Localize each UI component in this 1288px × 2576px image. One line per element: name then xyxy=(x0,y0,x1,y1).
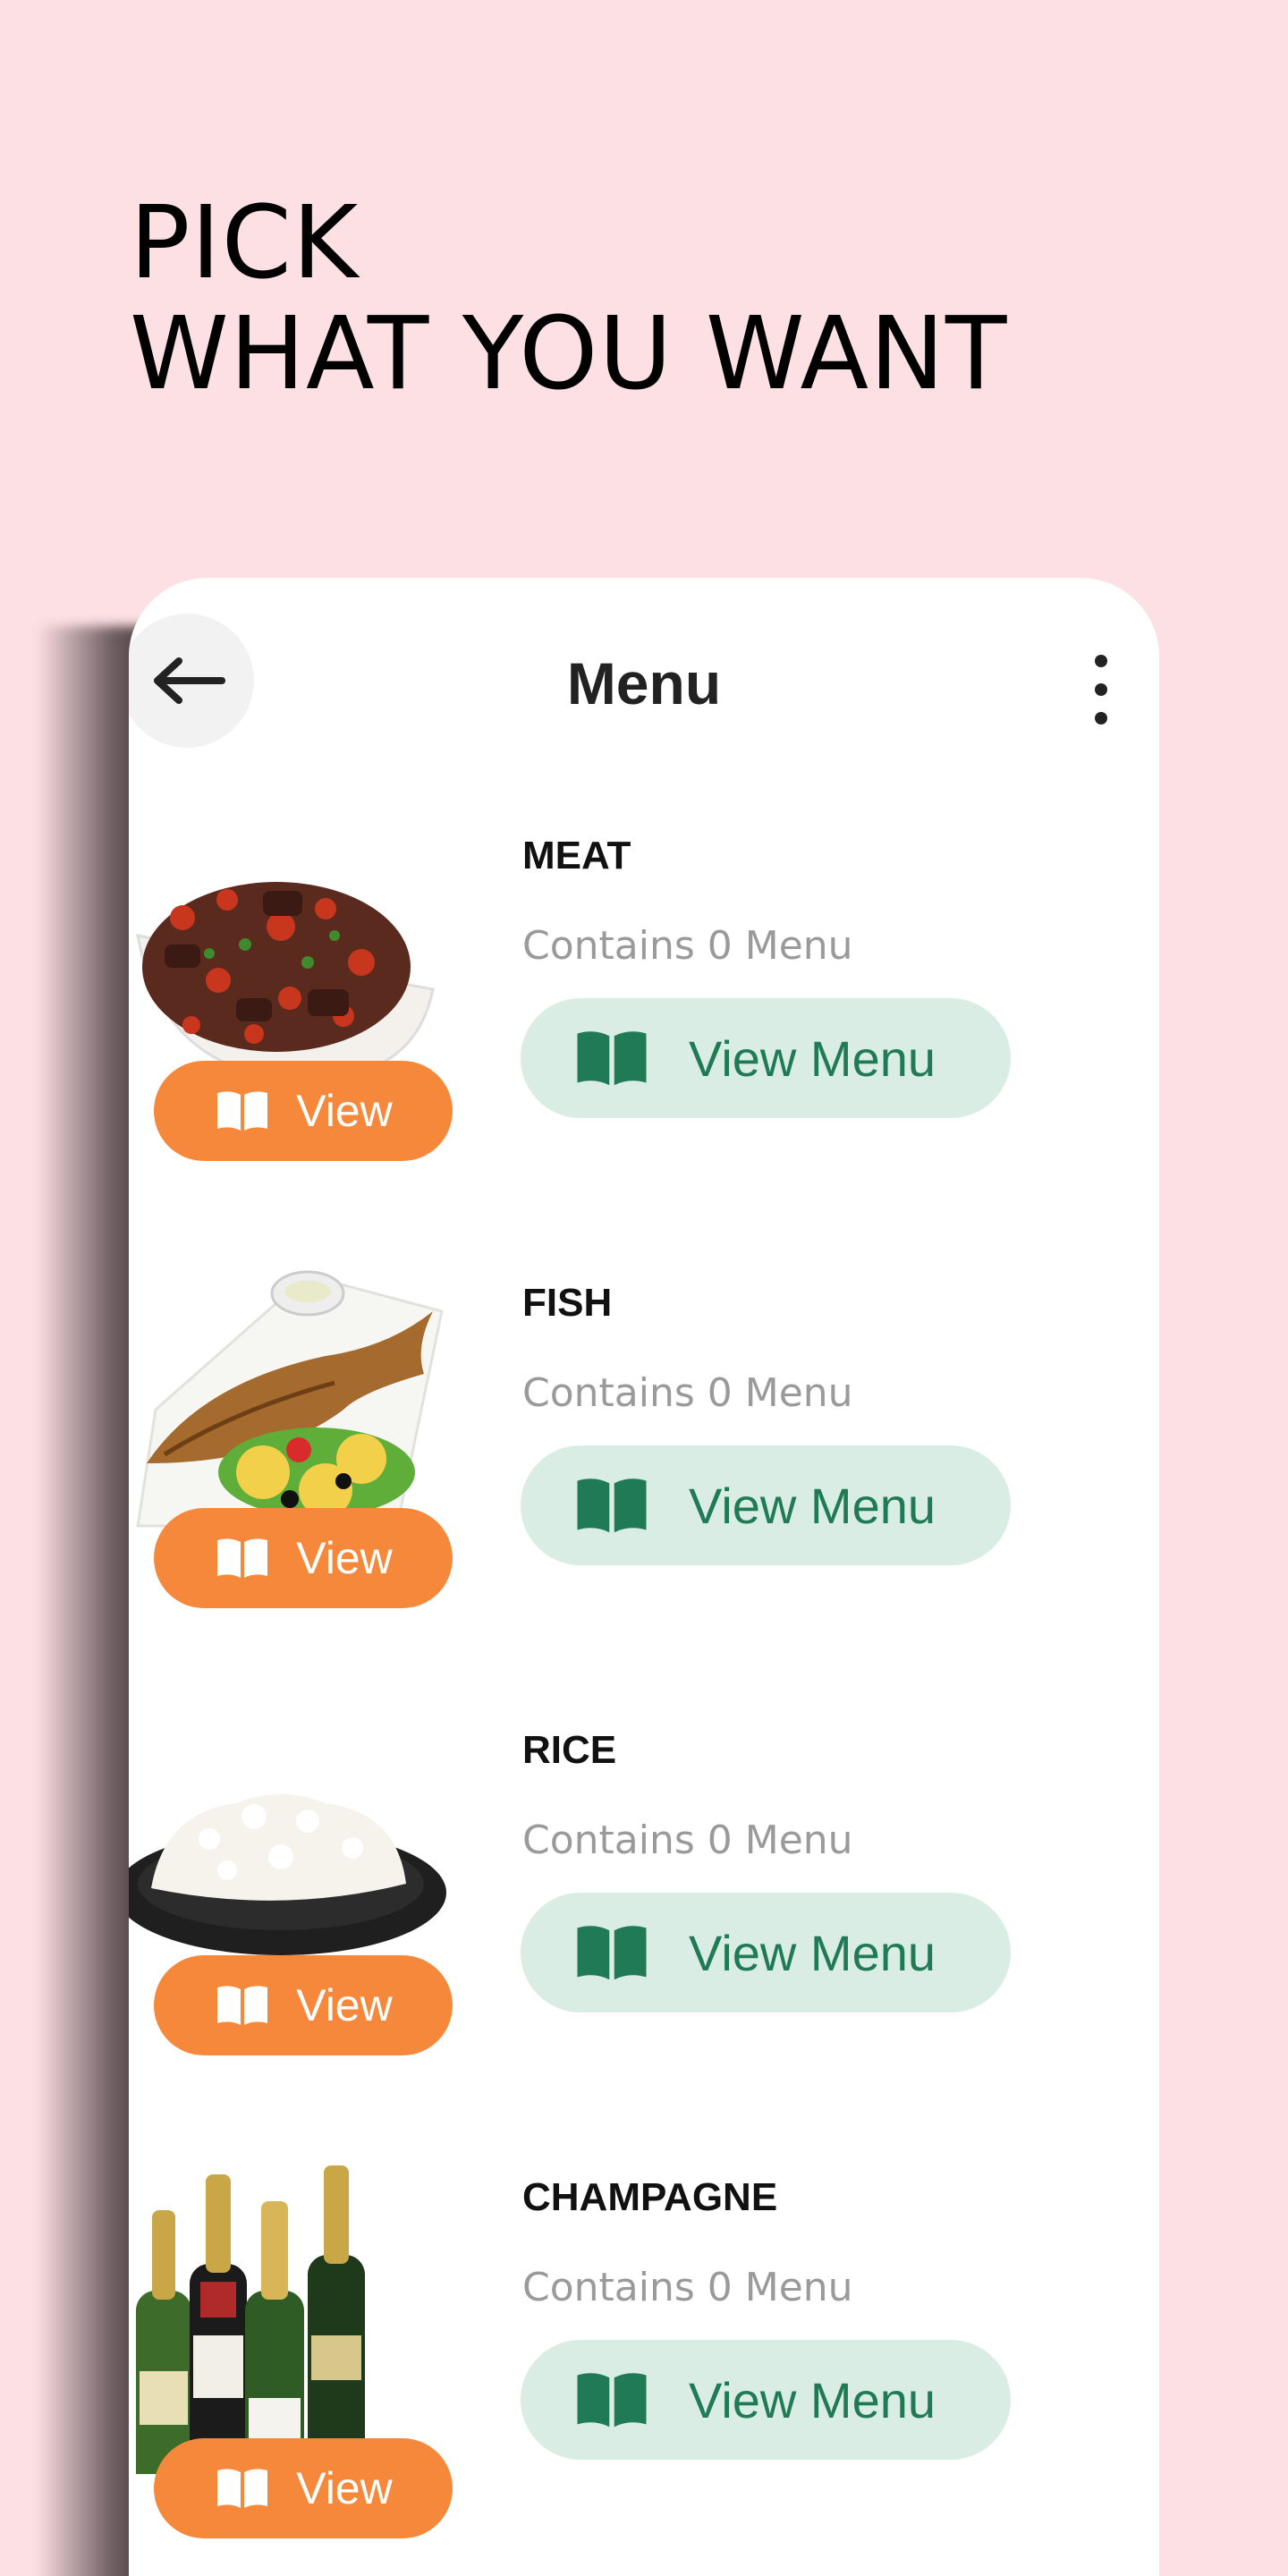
category-count: Contains 0 Menu xyxy=(522,1370,853,1416)
headline-line-2: WHAT YOU WANT xyxy=(130,296,1008,412)
category-count: Contains 0 Menu xyxy=(522,1818,853,1863)
book-icon xyxy=(217,1538,268,1578)
view-label: View xyxy=(296,1533,393,1583)
view-label: View xyxy=(296,1980,393,2030)
book-icon xyxy=(577,1031,647,1086)
view-menu-button[interactable]: View Menu xyxy=(521,998,1011,1118)
app-bar: Menu xyxy=(129,578,1159,748)
book-icon xyxy=(577,1479,647,1533)
view-button[interactable]: View xyxy=(154,1508,453,1608)
category-item-meat: View MEAT Contains 0 Menu View Menu xyxy=(129,801,1159,1249)
category-count: Contains 0 Menu xyxy=(522,923,853,969)
category-title: RICE xyxy=(522,1728,617,1772)
view-button[interactable]: View xyxy=(154,1061,453,1161)
category-title: MEAT xyxy=(522,834,631,877)
promo-headline: PICK WHAT YOU WANT xyxy=(130,188,1007,410)
view-label: View xyxy=(296,2463,393,2513)
view-menu-label: View Menu xyxy=(689,1924,936,1981)
champagne-bottles-image xyxy=(136,2165,365,2474)
phone-screen: Menu View MEAT Contains 0 Menu View Menu… xyxy=(129,578,1159,2576)
more-vertical-icon xyxy=(1095,655,1107,667)
view-menu-button[interactable]: View Menu xyxy=(521,1445,1011,1565)
screen-title: Menu xyxy=(566,650,722,716)
view-menu-label: View Menu xyxy=(689,2371,936,2428)
book-icon xyxy=(217,2469,268,2508)
view-button[interactable]: View xyxy=(154,1955,453,2055)
view-label: View xyxy=(296,1086,393,1136)
view-menu-button[interactable]: View Menu xyxy=(521,1893,1011,2012)
category-count: Contains 0 Menu xyxy=(522,2265,853,2310)
category-item-fish: View FISH Contains 0 Menu View Menu xyxy=(129,1249,1159,1696)
book-icon xyxy=(217,1986,268,2025)
book-icon xyxy=(577,1926,647,1980)
more-options-button[interactable] xyxy=(1079,649,1123,730)
view-menu-label: View Menu xyxy=(689,1477,936,1534)
category-title: CHAMPAGNE xyxy=(522,2175,778,2219)
view-button[interactable]: View xyxy=(154,2438,453,2538)
view-menu-label: View Menu xyxy=(689,1030,936,1087)
category-item-champagne: View CHAMPAGNE Contains 0 Menu View Menu xyxy=(129,2143,1159,2576)
headline-line-1: PICK xyxy=(130,185,360,301)
book-icon xyxy=(217,1091,268,1131)
category-item-rice: View RICE Contains 0 Menu View Menu xyxy=(129,1696,1159,2143)
category-title: FISH xyxy=(522,1281,613,1325)
view-menu-button[interactable]: View Menu xyxy=(521,2340,1011,2460)
book-icon xyxy=(577,2373,647,2428)
